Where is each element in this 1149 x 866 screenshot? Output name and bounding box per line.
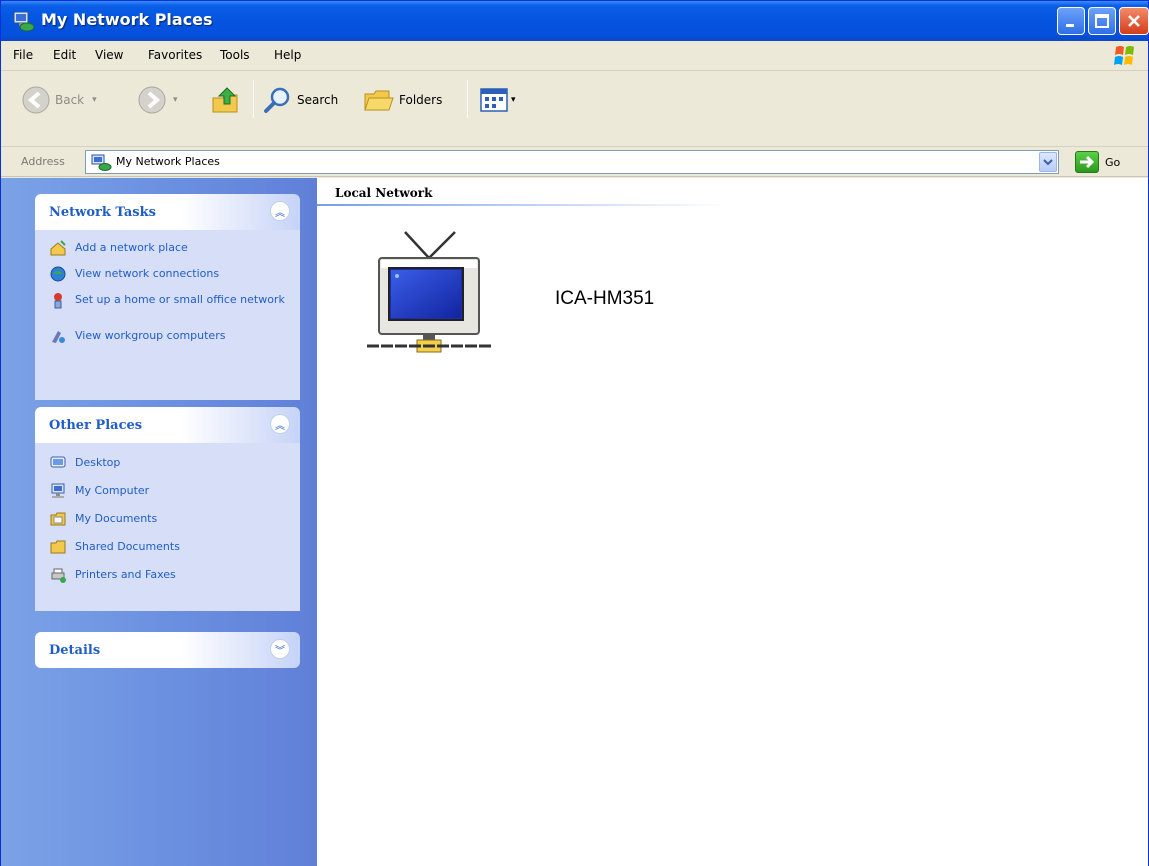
place-label: Shared Documents <box>75 540 180 553</box>
menu-view[interactable]: View <box>95 48 123 62</box>
forward-arrow-icon <box>138 86 166 114</box>
forward-button[interactable]: ▾ <box>137 85 178 115</box>
back-label: Back <box>55 93 85 107</box>
details-header[interactable]: Details ︾ <box>35 632 300 668</box>
menu-tools[interactable]: Tools <box>220 48 250 62</box>
place-my-documents[interactable]: My Documents <box>49 509 300 537</box>
views-button[interactable]: ▾ <box>479 87 516 113</box>
network-tasks-title: Network Tasks <box>49 205 156 220</box>
place-label: Printers and Faxes <box>75 568 176 581</box>
collapse-icon[interactable]: ︽ <box>270 201 290 221</box>
explorer-window: My Network Places File Edit View Favorit… <box>0 0 1149 866</box>
minimize-icon <box>1066 24 1074 27</box>
other-places-title: Other Places <box>49 418 143 433</box>
menu-favorites[interactable]: Favorites <box>148 48 202 62</box>
back-dropdown-icon[interactable]: ▾ <box>92 95 97 105</box>
folders-icon <box>364 90 394 111</box>
printers-icon <box>51 568 66 583</box>
place-label: My Computer <box>75 484 150 497</box>
details-title: Details <box>49 643 101 658</box>
network-tasks-header[interactable]: Network Tasks ︽ <box>35 194 300 230</box>
place-my-computer[interactable]: My Computer <box>49 481 300 509</box>
close-icon <box>1128 15 1140 27</box>
my-documents-icon <box>50 512 66 526</box>
add-network-place-icon <box>50 240 66 256</box>
device-item[interactable]: ICA-HM351 <box>363 226 763 366</box>
back-button[interactable]: Back ▾ <box>21 85 97 115</box>
task-setup-home-network[interactable]: Set up a home or small office network <box>49 290 300 326</box>
toolbar-separator <box>253 80 254 118</box>
address-value: My Network Places <box>116 155 220 168</box>
views-dropdown-icon[interactable]: ▾ <box>511 95 516 105</box>
toolbar-separator <box>467 80 468 118</box>
task-label: View network connections <box>75 267 220 280</box>
back-arrow-icon <box>22 86 50 114</box>
up-folder-button[interactable] <box>209 84 241 116</box>
place-shared-documents[interactable]: Shared Documents <box>49 537 300 565</box>
minimize-button[interactable] <box>1057 7 1085 35</box>
place-label: My Documents <box>75 512 158 525</box>
place-desktop[interactable]: Desktop <box>49 453 300 481</box>
go-label: Go <box>1105 155 1121 169</box>
address-field[interactable]: My Network Places <box>85 150 1059 174</box>
workgroup-computers-icon <box>52 331 65 343</box>
other-places-header[interactable]: Other Places ︽ <box>35 407 300 443</box>
network-places-icon <box>13 11 35 32</box>
network-tv-icon <box>367 231 491 353</box>
task-label: Add a network place <box>75 241 188 254</box>
maximize-icon <box>1095 14 1109 28</box>
go-arrow-icon <box>1075 151 1099 173</box>
forward-dropdown-icon[interactable]: ▾ <box>173 95 178 105</box>
task-add-network-place[interactable]: Add a network place <box>49 238 300 264</box>
group-divider <box>317 204 727 206</box>
task-label: View workgroup computers <box>75 329 226 342</box>
views-icon <box>480 88 508 112</box>
window-title: My Network Places <box>41 10 213 29</box>
folders-button[interactable]: Folders <box>363 86 442 114</box>
address-label: Address <box>21 155 65 168</box>
menu-file[interactable]: File <box>13 48 33 62</box>
menu-bar: File Edit View Favorites Tools Help <box>1 41 1148 71</box>
collapse-icon[interactable]: ︽ <box>270 414 290 434</box>
my-computer-icon <box>51 483 65 498</box>
search-label: Search <box>297 93 339 107</box>
task-view-network-connections[interactable]: View network connections <box>49 264 300 290</box>
toolbar: Back ▾ ▾ Search Folders ▾ <box>1 72 1148 147</box>
chevron-down-icon <box>1043 159 1053 166</box>
close-button[interactable] <box>1119 7 1149 35</box>
windows-logo-icon <box>1114 46 1134 65</box>
search-button[interactable]: Search <box>263 86 338 114</box>
group-header: Local Network <box>335 186 433 200</box>
device-label: ICA-HM351 <box>555 288 655 309</box>
network-places-icon <box>91 154 112 171</box>
menu-edit[interactable]: Edit <box>53 48 76 62</box>
details-panel: Details ︾ <box>35 632 300 668</box>
menu-help[interactable]: Help <box>274 48 301 62</box>
desktop-icon <box>50 456 66 468</box>
go-button[interactable]: Go <box>1075 150 1137 174</box>
maximize-button[interactable] <box>1088 7 1116 35</box>
task-view-workgroup[interactable]: View workgroup computers <box>49 326 300 352</box>
content-area: Local Network ICA-HM351 <box>317 178 1148 866</box>
shared-documents-icon <box>50 540 66 554</box>
title-bar[interactable]: My Network Places <box>1 1 1149 41</box>
address-dropdown-button[interactable] <box>1039 152 1057 172</box>
task-label: Set up a home or small office network <box>75 293 285 306</box>
search-icon <box>264 87 290 113</box>
network-tasks-panel: Network Tasks ︽ Add a network place View… <box>35 194 300 400</box>
up-folder-icon <box>212 87 238 113</box>
expand-icon[interactable]: ︾ <box>270 639 290 659</box>
place-label: Desktop <box>75 456 121 469</box>
folders-label: Folders <box>399 93 443 107</box>
setup-network-icon <box>54 293 62 309</box>
address-bar: Address My Network Places Go <box>1 147 1148 177</box>
task-pane: Network Tasks ︽ Add a network place View… <box>1 178 317 866</box>
place-printers-faxes[interactable]: Printers and Faxes <box>49 565 300 593</box>
network-connections-icon <box>50 266 66 282</box>
other-places-panel: Other Places ︽ Desktop My Computer My Do… <box>35 407 300 611</box>
